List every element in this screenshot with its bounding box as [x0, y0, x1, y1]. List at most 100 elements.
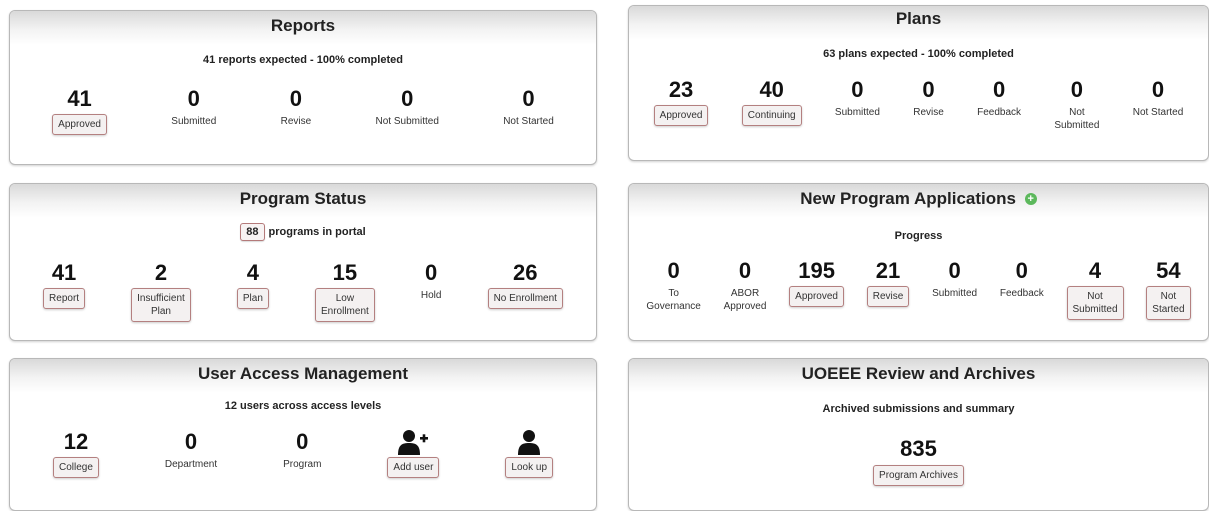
program-status-count-no-enrollment: 26 — [513, 260, 538, 285]
plans-stat-approved: 23 Approved — [653, 77, 709, 126]
plans-count-not-submitted: 0 — [1070, 77, 1084, 102]
npa-stat-abor-approved: 0 ABOR Approved — [724, 258, 767, 313]
reports-stat-revise: 0 Revise — [281, 86, 312, 128]
npa-abor-approved-label: ABOR Approved — [723, 288, 767, 312]
npa-count-submitted: 0 — [948, 258, 961, 283]
plans-not-started-label: Not Started — [1132, 107, 1184, 118]
plans-stat-feedback: 0 Feedback — [977, 77, 1021, 119]
user-access-count-college: 12 — [63, 429, 89, 454]
npa-count-feedback: 0 — [1015, 258, 1028, 283]
reports-count-approved: 41 — [67, 86, 92, 111]
plans-stats: 23 Approved 40 Continuing 0 Submitted 0 Revise 0… — [629, 77, 1208, 132]
user-access-stat-department: 0 Department — [165, 429, 217, 471]
plus-circle-icon[interactable]: + — [1024, 193, 1037, 205]
plans-count-feedback: 0 — [992, 77, 1006, 102]
program-status-stat-no-enrollment: 26 No Enrollment — [487, 260, 563, 309]
program-status-count-plan: 4 — [246, 260, 259, 285]
reports-count-not-started: 0 — [522, 86, 535, 111]
program-status-title: Program Status — [10, 184, 596, 218]
program-status-stats: 41 Report 2 Insufficient Plan 4 Plan 15 Low Enr… — [10, 260, 596, 322]
program-archives-button[interactable]: Program Archives — [873, 465, 964, 486]
uoeee-value: 835 — [900, 436, 937, 461]
npa-count-not-submitted: 4 — [1088, 258, 1102, 283]
user-access-department-label: Department — [164, 459, 218, 470]
plans-stat-revise: 0 Revise — [913, 77, 944, 119]
programs-count-button[interactable]: 88 — [240, 223, 265, 241]
plans-approved-button[interactable]: Approved — [653, 105, 709, 126]
plans-stat-submitted: 0 Submitted — [835, 77, 880, 119]
program-status-card: Program Status 88 programs in portal 41 Re… — [9, 183, 597, 341]
npa-count-not-started: 54 — [1156, 258, 1181, 283]
reports-approved-button[interactable]: Approved — [52, 114, 107, 135]
plans-card: Plans 63 plans expected - 100% completed… — [628, 5, 1209, 161]
uoeee-stat: 835 Program Archives — [873, 436, 964, 486]
uoeee-title: UOEEE Review and Archives — [629, 359, 1208, 393]
reports-stat-not-submitted: 0 Not Submitted — [376, 86, 439, 128]
npa-submitted-label: Submitted — [932, 288, 978, 299]
program-status-stat-report: 41 Report — [43, 260, 86, 309]
user-access-stats: 12 College 0 Department 0 Program Add user Lo… — [10, 429, 596, 478]
npa-stat-not-submitted: 4 Not Submitted — [1066, 258, 1124, 320]
person-plus-icon — [398, 430, 429, 455]
npa-count-abor-approved: 0 — [738, 258, 752, 283]
new-program-applications-card: New Program Applications + Progress 0 To … — [628, 183, 1209, 341]
program-status-stat-low-enrollment: 15 Low Enrollment — [314, 260, 375, 322]
lookup-stat: Look up — [505, 429, 554, 478]
program-status-count-insufficient-plan: 2 — [154, 260, 168, 285]
user-access-program-label: Program — [283, 459, 322, 470]
npa-revise-button[interactable]: Revise — [866, 286, 910, 307]
reports-not-submitted-label: Not Submitted — [375, 116, 439, 127]
program-status-no-enrollment-button[interactable]: No Enrollment — [487, 288, 563, 309]
npa-not-started-button[interactable]: Not Started — [1146, 286, 1191, 320]
user-access-subtitle: 12 users across access levels — [224, 400, 382, 412]
plans-count-approved: 23 — [668, 77, 694, 102]
npa-stat-to-governance: 0 To Governance — [646, 258, 700, 313]
reports-title: Reports — [10, 11, 596, 45]
person-icon — [518, 430, 541, 455]
npa-stat-approved: 195 Approved — [789, 258, 844, 307]
program-status-plan-button[interactable]: Plan — [236, 288, 269, 309]
npa-stat-submitted: 0 Submitted — [932, 258, 977, 300]
npa-not-submitted-button[interactable]: Not Submitted — [1066, 286, 1124, 320]
program-status-subtitle: 88 programs in portal — [10, 223, 596, 241]
program-status-report-button[interactable]: Report — [43, 288, 86, 309]
npa-stat-revise: 21 Revise — [866, 258, 910, 307]
npa-feedback-label: Feedback — [999, 288, 1044, 299]
uoeee-stats: 835 Program Archives — [629, 436, 1208, 486]
reports-count-submitted: 0 — [187, 86, 200, 111]
uoeee-subtitle: Archived submissions and summary — [822, 403, 1015, 415]
plans-title: Plans — [629, 6, 1208, 40]
user-access-college-button[interactable]: College — [52, 457, 99, 478]
program-status-stat-plan: 4 Plan — [236, 260, 269, 309]
plans-count-submitted: 0 — [851, 77, 864, 102]
add-user-stat: Add user — [387, 429, 440, 478]
program-status-insufficient-plan-button[interactable]: Insufficient Plan — [131, 288, 191, 322]
user-access-card: User Access Management 12 users across a… — [9, 358, 597, 511]
add-user-button[interactable]: Add user — [387, 457, 440, 478]
npa-count-to-governance: 0 — [667, 258, 680, 283]
user-access-count-department: 0 — [184, 429, 198, 454]
reports-count-revise: 0 — [289, 86, 303, 111]
user-access-count-program: 0 — [296, 429, 309, 454]
npa-count-approved: 195 — [798, 258, 835, 283]
npa-to-governance-label: To Governance — [646, 288, 701, 312]
reports-card: Reports 41 reports expected - 100% compl… — [9, 10, 597, 165]
plans-subtitle: 63 plans expected - 100% completed — [823, 48, 1014, 60]
plans-stat-continuing: 40 Continuing — [741, 77, 802, 126]
new-program-applications-stats: 0 To Governance 0 ABOR Approved 195 Approved 2… — [629, 258, 1208, 320]
reports-stat-submitted: 0 Submitted — [171, 86, 216, 128]
plans-submitted-label: Submitted — [834, 107, 880, 118]
reports-stat-approved: 41 Approved — [52, 86, 107, 135]
reports-stat-not-started: 0 Not Started — [503, 86, 554, 128]
program-status-stat-hold: 0 Hold — [421, 260, 442, 302]
user-access-stat-program: 0 Program — [283, 429, 321, 471]
lookup-button[interactable]: Look up — [505, 457, 554, 478]
plans-continuing-button[interactable]: Continuing — [741, 105, 802, 126]
plans-stat-not-submitted: 0 Not Submitted — [1054, 77, 1099, 132]
program-status-low-enrollment-button[interactable]: Low Enrollment — [314, 288, 375, 322]
plans-not-submitted-label: Not Submitted — [1054, 107, 1100, 131]
npa-approved-button[interactable]: Approved — [789, 286, 844, 307]
reports-submitted-label: Submitted — [171, 116, 217, 127]
program-status-count-report: 41 — [51, 260, 77, 285]
new-program-applications-header: New Program Applications + — [629, 184, 1208, 218]
